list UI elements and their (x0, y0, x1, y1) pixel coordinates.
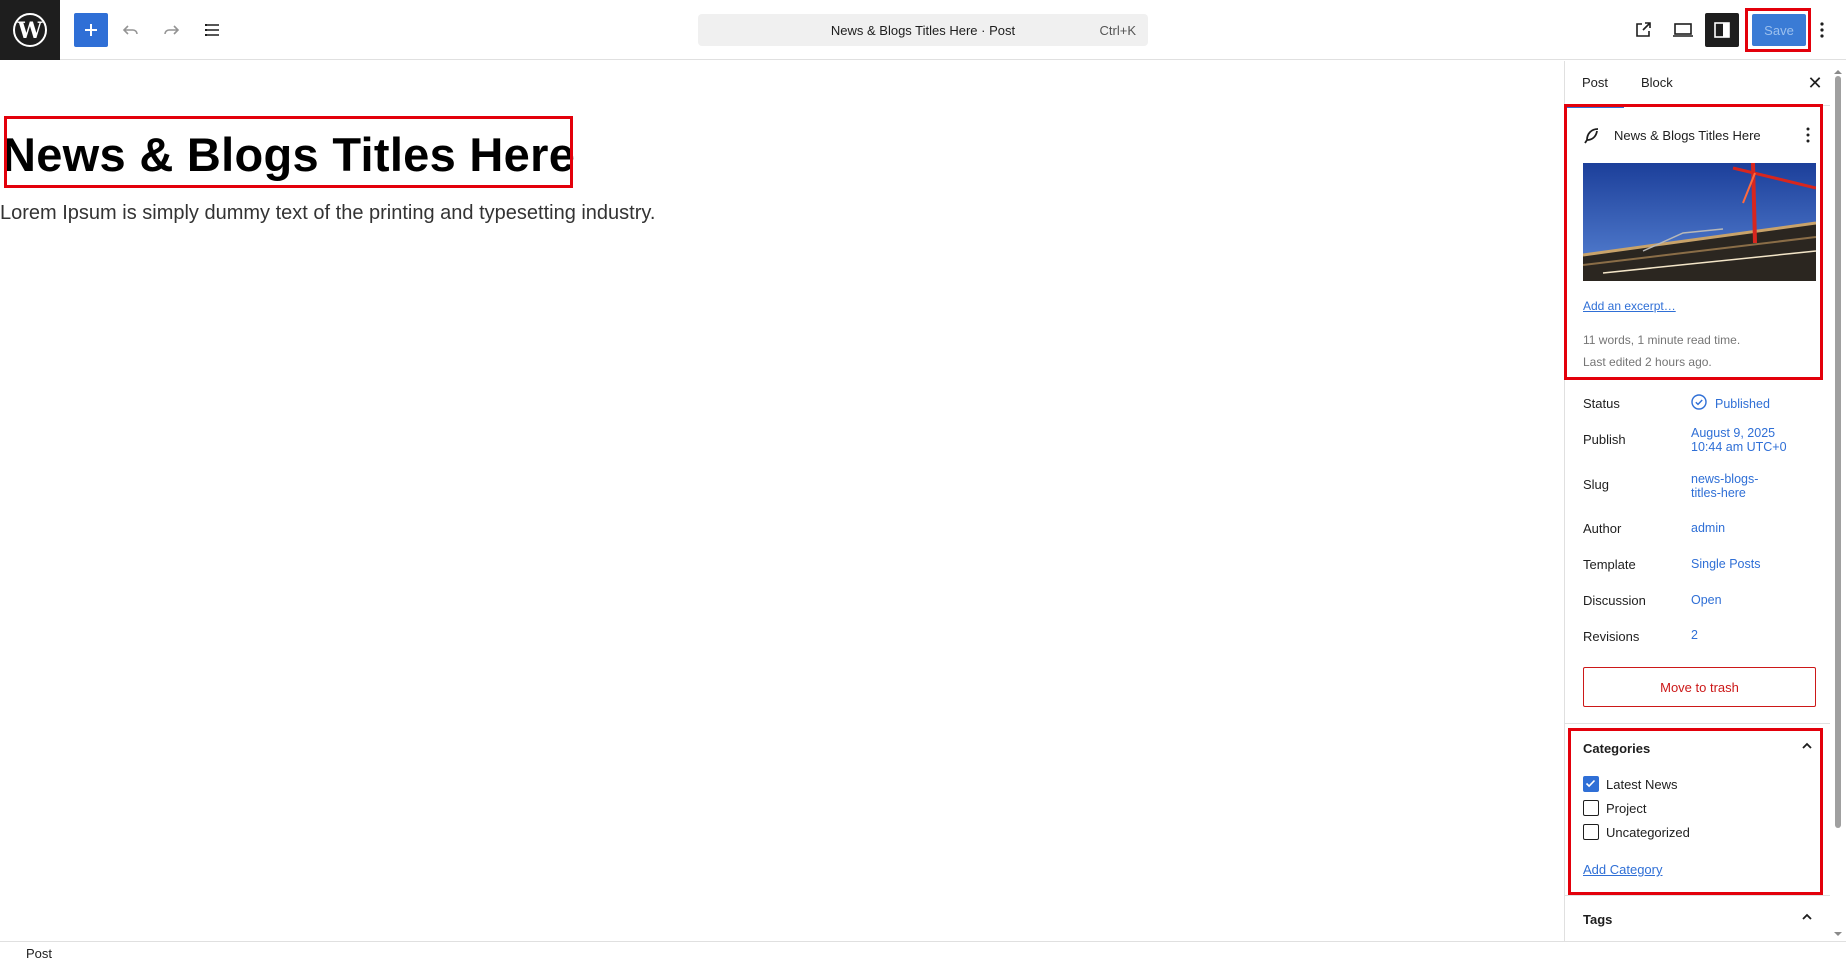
command-shortcut: Ctrl+K (1099, 22, 1136, 38)
chevron-up-icon[interactable] (1800, 739, 1816, 755)
category-label-project[interactable]: Project (1606, 801, 1646, 816)
post-actions-kebab-icon[interactable] (1800, 127, 1816, 145)
slug-value-2[interactable]: titles-here (1691, 486, 1746, 500)
tab-block[interactable]: Block (1641, 75, 1673, 90)
document-overview-icon[interactable] (194, 12, 230, 48)
add-excerpt-link[interactable]: Add an excerpt… (1583, 299, 1676, 313)
discussion-value[interactable]: Open (1691, 593, 1722, 607)
redo-icon[interactable] (153, 12, 189, 48)
last-edited: Last edited 2 hours ago. (1583, 355, 1712, 369)
scroll-down-arrow-icon[interactable] (1832, 926, 1844, 936)
close-sidebar-icon[interactable]: ✕ (1805, 73, 1825, 93)
category-checkbox-latest-news[interactable] (1583, 776, 1599, 792)
scrollbar-thumb[interactable] (1835, 76, 1841, 828)
template-value[interactable]: Single Posts (1691, 557, 1760, 571)
word-count: 11 words, 1 minute read time. (1583, 333, 1741, 347)
category-checkbox-project[interactable] (1583, 800, 1599, 816)
editor-canvas (0, 61, 1564, 941)
svg-text:W: W (17, 18, 43, 44)
category-label-uncategorized[interactable]: Uncategorized (1606, 825, 1690, 840)
post-card-title: News & Blogs Titles Here (1614, 128, 1761, 143)
block-breadcrumb-bar: Post (0, 941, 1846, 966)
wordpress-logo-icon[interactable]: W (0, 0, 60, 60)
revisions-value[interactable]: 2 (1691, 628, 1698, 642)
template-label: Template (1583, 557, 1636, 572)
author-value[interactable]: admin (1691, 521, 1725, 535)
status-value[interactable]: Published (1715, 397, 1770, 411)
discussion-label: Discussion (1583, 593, 1646, 608)
save-button[interactable]: Save (1752, 14, 1806, 46)
options-kebab-icon[interactable] (1804, 12, 1840, 48)
view-post-icon[interactable] (1625, 12, 1661, 48)
publish-time[interactable]: 10:44 am UTC+0 (1691, 440, 1787, 454)
editor-header: W News & Blogs Titles Here · Post Ctrl+K… (0, 0, 1846, 60)
publish-date[interactable]: August 9, 2025 (1691, 426, 1775, 440)
add-category-link[interactable]: Add Category (1583, 862, 1663, 877)
settings-sidebar: Post Block ✕ News & Blogs Titles Here Ad… (1564, 61, 1846, 941)
move-to-trash-button[interactable]: Move to trash (1583, 667, 1816, 707)
add-block-button[interactable] (74, 13, 108, 47)
post-paragraph[interactable]: Lorem Ipsum is simply dummy text of the … (0, 202, 655, 225)
published-check-icon (1691, 394, 1707, 410)
publish-label: Publish (1583, 432, 1626, 447)
author-label: Author (1583, 521, 1622, 536)
post-title[interactable]: News & Blogs Titles Here (2, 127, 575, 182)
scroll-up-arrow-icon[interactable] (1832, 64, 1844, 74)
post-feather-icon (1583, 127, 1603, 147)
category-checkbox-uncategorized[interactable] (1583, 824, 1599, 840)
status-label: Status (1583, 396, 1620, 411)
chevron-up-icon[interactable] (1800, 910, 1816, 926)
divider (1565, 723, 1830, 724)
category-label-latest-news[interactable]: Latest News (1606, 777, 1678, 792)
settings-sidebar-toggle-icon[interactable] (1705, 13, 1739, 47)
categories-heading[interactable]: Categories (1583, 741, 1650, 756)
divider (1565, 895, 1830, 896)
revisions-label: Revisions (1583, 629, 1640, 644)
tab-post[interactable]: Post (1565, 75, 1625, 108)
tags-heading[interactable]: Tags (1583, 912, 1612, 927)
command-palette-button[interactable]: News & Blogs Titles Here · Post Ctrl+K (698, 14, 1148, 46)
sidebar-tabs: Post Block ✕ (1565, 61, 1830, 108)
breadcrumb-post[interactable]: Post (26, 946, 52, 961)
command-title: News & Blogs Titles Here · Post (830, 22, 1016, 38)
slug-label: Slug (1583, 477, 1610, 492)
preview-device-icon[interactable] (1665, 12, 1701, 48)
slug-value-1[interactable]: news-blogs- (1691, 472, 1758, 486)
undo-icon[interactable] (113, 12, 149, 48)
featured-image[interactable] (1583, 163, 1816, 281)
